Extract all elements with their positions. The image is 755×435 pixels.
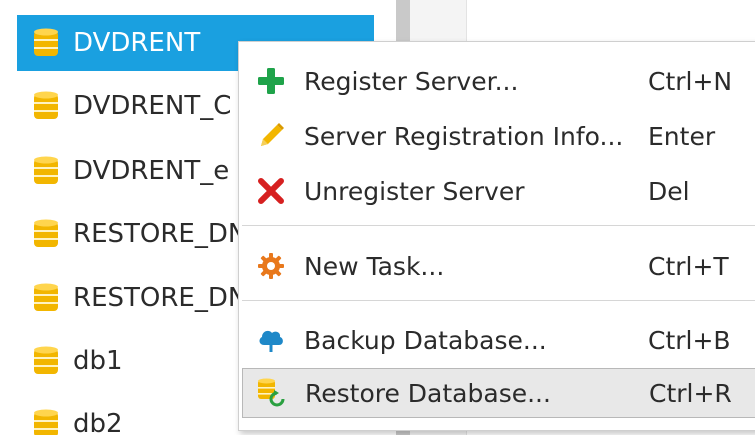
tree-item-label: db1 bbox=[73, 346, 123, 376]
menu-separator bbox=[242, 225, 755, 226]
menu-item-shortcut: Enter bbox=[648, 121, 716, 151]
menu-item-new-task[interactable]: New Task... Ctrl+T bbox=[242, 241, 755, 291]
menu-item-label: Restore Database... bbox=[305, 378, 551, 408]
menu-item-label: Backup Database... bbox=[304, 325, 547, 355]
tree-item-label: RESTORE_DN bbox=[73, 283, 248, 313]
menu-item-shortcut: Ctrl+R bbox=[649, 378, 732, 408]
context-menu: Register Server... Ctrl+N Server Registr… bbox=[238, 41, 755, 431]
cloud-upload-icon bbox=[259, 330, 283, 352]
tree-item-label: DVDRENT bbox=[73, 28, 201, 58]
database-icon bbox=[34, 91, 58, 119]
menu-item-shortcut: Ctrl+B bbox=[648, 325, 731, 355]
gear-icon bbox=[258, 253, 284, 279]
menu-item-shortcut: Ctrl+N bbox=[648, 66, 733, 96]
menu-item-restore-database[interactable]: Restore Database... Ctrl+R bbox=[242, 368, 755, 418]
tree-item-label: db2 bbox=[73, 409, 123, 435]
database-icon bbox=[34, 28, 58, 56]
database-restore-icon bbox=[258, 378, 285, 407]
database-icon bbox=[34, 219, 58, 247]
menu-item-shortcut: Del bbox=[648, 176, 690, 206]
menu-item-shortcut: Ctrl+T bbox=[648, 251, 729, 281]
database-icon bbox=[34, 283, 58, 311]
tree-item-label: DVDRENT_e bbox=[73, 156, 230, 186]
menu-separator bbox=[242, 300, 755, 301]
tree-item-label: RESTORE_DN bbox=[73, 219, 248, 249]
plus-icon bbox=[258, 68, 284, 94]
menu-item-label: New Task... bbox=[304, 251, 445, 281]
x-icon bbox=[258, 178, 284, 204]
menu-item-label: Register Server... bbox=[304, 66, 519, 96]
menu-item-backup-database[interactable]: Backup Database... Ctrl+B bbox=[242, 315, 755, 365]
menu-item-label: Server Registration Info... bbox=[304, 121, 624, 151]
menu-item-register-server[interactable]: Register Server... Ctrl+N bbox=[242, 56, 755, 106]
menu-item-label: Unregister Server bbox=[304, 176, 525, 206]
database-icon bbox=[34, 156, 58, 184]
tree-item-label: DVDRENT_C bbox=[73, 91, 232, 121]
database-icon bbox=[34, 409, 58, 435]
menu-item-server-registration-info[interactable]: Server Registration Info... Enter bbox=[242, 111, 755, 161]
menu-item-unregister-server[interactable]: Unregister Server Del bbox=[242, 166, 755, 216]
database-icon bbox=[34, 346, 58, 374]
pencil-icon bbox=[261, 123, 284, 146]
